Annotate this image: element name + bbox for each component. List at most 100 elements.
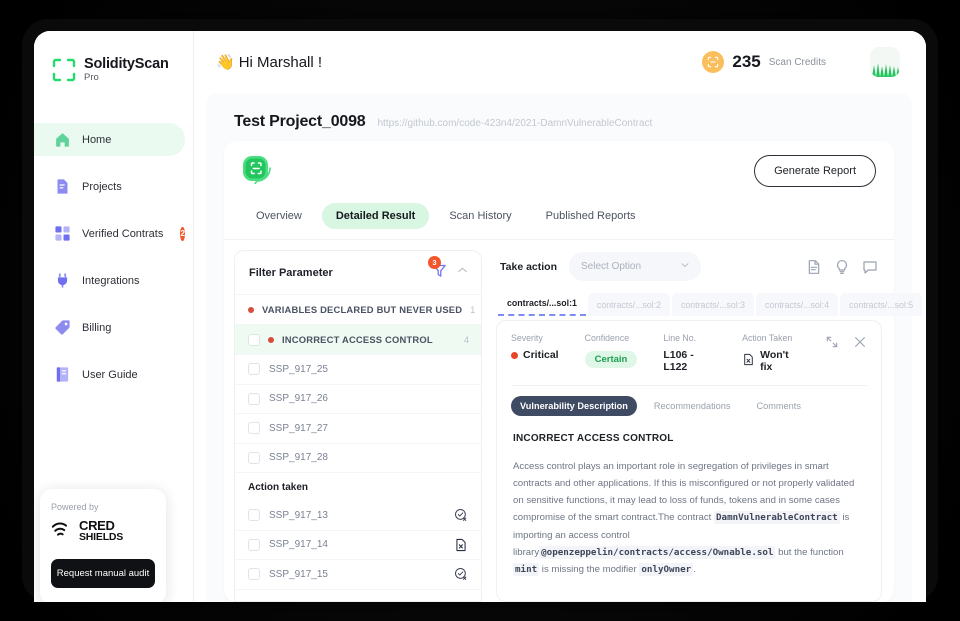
app-screen: SolidityScan Pro Home Projects Verified … (34, 31, 926, 602)
project-url[interactable]: https://github.com/code-423n4/2021-DamnV… (378, 118, 653, 129)
row-checkbox[interactable] (248, 509, 260, 522)
action-taken-field: Action Taken Won't fix (742, 333, 799, 373)
inline-code: @openzeppelin/contracts/access/Ownable.s… (539, 545, 776, 559)
sidebar-nav: Home Projects Verified Contrats 2 Integr… (34, 123, 193, 391)
row-checkbox[interactable] (248, 538, 260, 551)
row-checkbox[interactable] (248, 451, 260, 464)
severity-dot-icon (248, 306, 254, 313)
credits-label: Scan Credits (768, 56, 826, 68)
sidebar-item-billing[interactable]: Billing (34, 311, 185, 344)
line-number-field: Line No. L106 - L122 (663, 333, 716, 373)
sidebar-item-integrations[interactable]: Integrations (34, 264, 185, 297)
filter-badge: 3 (428, 256, 441, 269)
severity-field: Severity Critical (511, 333, 559, 361)
tab-scan-history[interactable]: Scan History (435, 203, 525, 229)
wont-fix-icon[interactable] (454, 508, 468, 522)
list-item[interactable]: SSP_917_27 (235, 414, 481, 444)
sidebar-item-label: Projects (82, 180, 122, 193)
tab-published-reports[interactable]: Published Reports (532, 203, 650, 229)
verified-contracts-icon (54, 225, 71, 242)
wont-fix-icon[interactable] (454, 567, 468, 581)
filter-category-count: 1 (470, 304, 476, 315)
inline-code: mint (513, 563, 540, 576)
list-item[interactable]: SSP_917_15 (235, 560, 481, 590)
line-label: Line No. (663, 333, 697, 343)
vulnerability-title: INCORRECT ACCESS CONTROL (513, 433, 674, 444)
content-panel: Test Project_0098 https://github.com/cod… (206, 93, 923, 602)
row-checkbox[interactable] (248, 333, 260, 346)
filter-pane: Filter Parameter 3 VARIABLES DECLARED BU… (234, 250, 482, 602)
user-guide-book-icon (54, 366, 71, 383)
row-checkbox[interactable] (248, 568, 260, 581)
take-action-label: Take action (500, 260, 557, 273)
sidebar-item-verified-contrats[interactable]: Verified Contrats 2 (34, 217, 185, 250)
list-item[interactable]: SSP_917_25 (235, 355, 481, 385)
sidebar-item-user-guide[interactable]: User Guide (34, 358, 185, 391)
sidebar-item-label: Billing (82, 321, 112, 334)
tab-recommendations[interactable]: Recommendations (645, 396, 740, 416)
filter-title: Filter Parameter (249, 267, 333, 279)
tab-vulnerability-description[interactable]: Vulnerability Description (511, 396, 637, 416)
tab-comments[interactable]: Comments (748, 396, 810, 416)
file-tab[interactable]: contracts/...sol:4 (756, 293, 839, 316)
filter-list: VARIABLES DECLARED BUT NEVER USED 1 INCO… (235, 295, 481, 601)
expand-arrows-icon[interactable] (825, 335, 839, 354)
status-badge: Critical (511, 349, 559, 361)
scan-coin-icon (702, 51, 725, 73)
main-area: 👋 Hi Marshall ! 235 Scan Credits Test Pr… (194, 31, 926, 602)
issue-id: SSP_917_14 (269, 539, 328, 551)
issue-id: SSP_917_27 (269, 422, 328, 434)
bulb-icon[interactable] (834, 259, 850, 275)
file-tab[interactable]: contracts/...sol:3 (671, 293, 755, 316)
generate-report-button[interactable]: Generate Report (754, 155, 876, 187)
result-tabs: Overview Detailed Result Scan History Pu… (224, 199, 894, 240)
file-tab[interactable]: contracts/...sol:5 (840, 293, 923, 316)
detail-sub-tabs: Vulnerability Description Recommendation… (511, 396, 867, 416)
list-item[interactable]: SSP_917_13 (235, 501, 481, 531)
integrations-plug-icon (54, 272, 71, 289)
device-frame: SolidityScan Pro Home Projects Verified … (22, 19, 938, 602)
request-manual-audit-button[interactable]: Request manual audit (51, 559, 155, 588)
row-checkbox[interactable] (248, 392, 260, 405)
filter-category-row[interactable]: VARIABLES DECLARED BUT NEVER USED 1 (235, 295, 481, 325)
take-action-select[interactable]: Select Option (569, 252, 701, 281)
file-tab[interactable]: contracts/...sol:2 (587, 293, 670, 316)
vulnerability-description: Access control plays an important role i… (513, 461, 855, 576)
file-icon[interactable] (806, 259, 822, 275)
file-tab[interactable]: contracts/...sol:1 (498, 291, 586, 316)
false-positive-file-icon[interactable] (454, 538, 468, 552)
severity-label: Severity (511, 333, 543, 343)
issue-id: SSP_917_13 (269, 509, 328, 521)
close-icon[interactable] (853, 335, 867, 354)
list-item[interactable]: SSP_917_26 (235, 385, 481, 414)
row-checkbox[interactable] (248, 422, 260, 435)
tab-overview[interactable]: Overview (242, 203, 316, 229)
list-item[interactable]: SSP_917_28 (235, 444, 481, 473)
issue-id: SSP_917_15 (269, 568, 328, 580)
inline-code: DamnVulnerableContract (714, 511, 840, 525)
rescan-icon[interactable] (240, 154, 274, 188)
project-header: Test Project_0098 https://github.com/cod… (224, 109, 894, 141)
sidebar-item-home[interactable]: Home (34, 123, 185, 157)
filter-category-row[interactable]: INCORRECT ACCESS CONTROL 4 (235, 325, 481, 355)
greeting: 👋 Hi Marshall ! (216, 53, 323, 72)
filter-category-count: 4 (463, 334, 469, 345)
projects-icon (54, 178, 71, 195)
critical-dot-icon (511, 351, 518, 359)
row-checkbox[interactable] (248, 363, 260, 376)
page-title: Test Project_0098 (234, 113, 366, 130)
tab-detailed-result[interactable]: Detailed Result (321, 203, 430, 229)
severity-value: Critical (523, 349, 559, 361)
sidebar-item-projects[interactable]: Projects (34, 170, 185, 203)
list-item[interactable]: SSP_917_14 (235, 531, 481, 560)
avatar[interactable] (870, 47, 900, 77)
sidebar-item-label: Verified Contrats (82, 227, 164, 240)
scan-credits[interactable]: 235 Scan Credits (702, 51, 826, 73)
brand-logo[interactable]: SolidityScan Pro (34, 49, 193, 83)
action-taken-value: Won't fix (760, 349, 789, 373)
comment-icon[interactable] (862, 259, 878, 275)
chevron-up-icon[interactable] (456, 264, 469, 282)
greeting-text: Hi Marshall ! (238, 53, 323, 71)
brand-subtitle: Pro (84, 72, 99, 84)
filter-header: Filter Parameter 3 (235, 251, 481, 295)
